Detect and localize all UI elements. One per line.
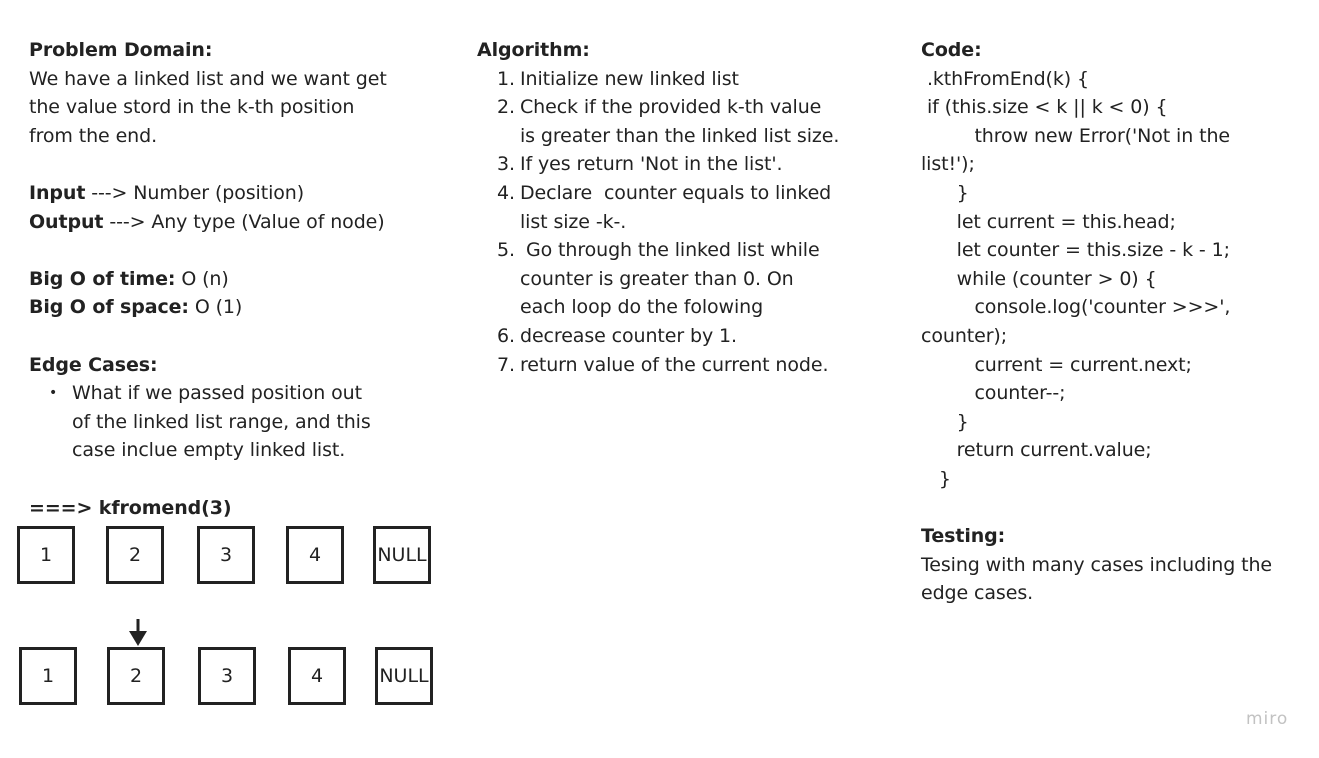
edge-case-line: What if we passed position out bbox=[72, 382, 362, 405]
step-number: 7. bbox=[497, 353, 515, 376]
linked-list-node: 2 bbox=[106, 526, 164, 584]
code-line: counter--; bbox=[921, 382, 1066, 405]
edge-case-line: of the linked list range, and this bbox=[72, 410, 371, 433]
linked-list-node: 3 bbox=[197, 526, 255, 584]
pointer-arrow-icon bbox=[129, 619, 147, 646]
linked-list-node: 4 bbox=[288, 647, 346, 705]
step-number: 5. bbox=[497, 239, 515, 262]
step-line: If yes return 'Not in the list'. bbox=[520, 153, 783, 176]
linked-list-node: 1 bbox=[17, 526, 75, 584]
big-o-time-row: Big O of time: O (n) bbox=[29, 265, 409, 294]
code-line: current = current.next; bbox=[921, 353, 1192, 376]
step-number: 1. bbox=[497, 67, 515, 90]
algorithm-step: 1. Initialize new linked list bbox=[477, 65, 850, 94]
big-o-time-value: O (n) bbox=[175, 267, 229, 290]
step-line: counter is greater than 0. On bbox=[520, 267, 794, 290]
algorithm-step: 3. If yes return 'Not in the list'. bbox=[477, 150, 850, 179]
step-number: 2. bbox=[497, 96, 515, 119]
output-text: ---> Any type (Value of node) bbox=[103, 210, 385, 233]
code-line: console.log('counter >>>', bbox=[921, 296, 1231, 319]
step-line: decrease counter by 1. bbox=[520, 324, 737, 347]
step-line: Go through the linked list while bbox=[520, 239, 820, 262]
algorithm-column: Algorithm: 1. Initialize new linked list… bbox=[477, 36, 857, 379]
step-line: Initialize new linked list bbox=[520, 67, 739, 90]
algorithm-step: 6. decrease counter by 1. bbox=[477, 322, 850, 351]
problem-domain-line: from the end. bbox=[29, 124, 158, 147]
input-text: ---> Number (position) bbox=[85, 181, 305, 204]
miro-watermark-logo: miro bbox=[1246, 709, 1289, 729]
edge-case-line: case inclue empty linked list. bbox=[72, 439, 346, 462]
code-line: } bbox=[921, 181, 969, 204]
code-line: return current.value; bbox=[921, 439, 1152, 462]
code-line: throw new Error('Not in the bbox=[921, 124, 1230, 147]
edge-cases-heading: Edge Cases: bbox=[29, 353, 158, 376]
problem-domain-heading: Problem Domain: bbox=[29, 39, 213, 61]
big-o-space-row: Big O of space: O (1) bbox=[29, 293, 409, 322]
testing-heading: Testing: bbox=[921, 525, 1006, 548]
code-line: list!'); bbox=[921, 153, 975, 176]
code-line: .kthFromEnd(k) { bbox=[921, 67, 1090, 90]
testing-line: edge cases. bbox=[921, 582, 1034, 605]
code-line: } bbox=[921, 410, 969, 433]
problem-domain-line: the value stord in the k-th position bbox=[29, 96, 355, 119]
algorithm-heading: Algorithm: bbox=[477, 39, 590, 61]
input-label: Input bbox=[29, 181, 86, 204]
linked-list-null-node: NULL bbox=[375, 647, 433, 705]
step-number: 3. bbox=[497, 153, 515, 176]
linked-list-node: 4 bbox=[286, 526, 344, 584]
big-o-space-value: O (1) bbox=[188, 296, 243, 319]
big-o-space-label: Big O of space: bbox=[29, 296, 189, 319]
output-label: Output bbox=[29, 210, 104, 233]
code-line: } bbox=[921, 467, 951, 490]
step-number: 6. bbox=[497, 324, 515, 347]
linked-list-node: 1 bbox=[19, 647, 77, 705]
code-heading: Code: bbox=[921, 39, 982, 61]
example-call: ===> kfromend(3) bbox=[29, 496, 232, 519]
code-column: Code: .kthFromEnd(k) { if (this.size < k… bbox=[921, 36, 1301, 608]
algorithm-step: 7. return value of the current node. bbox=[477, 351, 850, 380]
algorithm-step: 2. Check if the provided k-th value is g… bbox=[477, 93, 850, 150]
problem-domain-line: We have a linked list and we want get bbox=[29, 67, 387, 90]
output-row: Output ---> Any type (Value of node) bbox=[29, 208, 409, 237]
edge-case-item: • What if we passed position out of the … bbox=[29, 379, 382, 465]
code-line: counter); bbox=[921, 324, 1008, 347]
code-line: let current = this.head; bbox=[921, 210, 1176, 233]
linked-list-node: 3 bbox=[198, 647, 256, 705]
step-line: each loop do the folowing bbox=[520, 296, 764, 319]
step-line: Check if the provided k-th value bbox=[520, 96, 822, 119]
big-o-time-label: Big O of time: bbox=[29, 267, 176, 290]
algorithm-step: 5. Go through the linked list while coun… bbox=[477, 236, 850, 322]
bullet-icon: • bbox=[49, 385, 58, 402]
whiteboard-canvas: Problem Domain: We have a linked list an… bbox=[0, 0, 1319, 758]
algorithm-step: 4. Declare counter equals to linked list… bbox=[477, 179, 850, 236]
step-line: Declare counter equals to linked bbox=[520, 181, 832, 204]
input-row: Input ---> Number (position) bbox=[29, 179, 409, 208]
step-line: return value of the current node. bbox=[520, 353, 829, 376]
step-line: list size -k-. bbox=[520, 210, 627, 233]
code-line: if (this.size < k || k < 0) { bbox=[921, 96, 1168, 119]
linked-list-node-highlighted: 2 bbox=[107, 647, 165, 705]
linked-list-null-node: NULL bbox=[373, 526, 431, 584]
left-text-column: Problem Domain: We have a linked list an… bbox=[29, 36, 409, 522]
step-line: is greater than the linked list size. bbox=[520, 124, 840, 147]
code-line: while (counter > 0) { bbox=[921, 267, 1157, 290]
code-line: let counter = this.size - k - 1; bbox=[921, 239, 1230, 262]
step-number: 4. bbox=[497, 181, 515, 204]
testing-line: Tesing with many cases including the bbox=[921, 553, 1272, 576]
